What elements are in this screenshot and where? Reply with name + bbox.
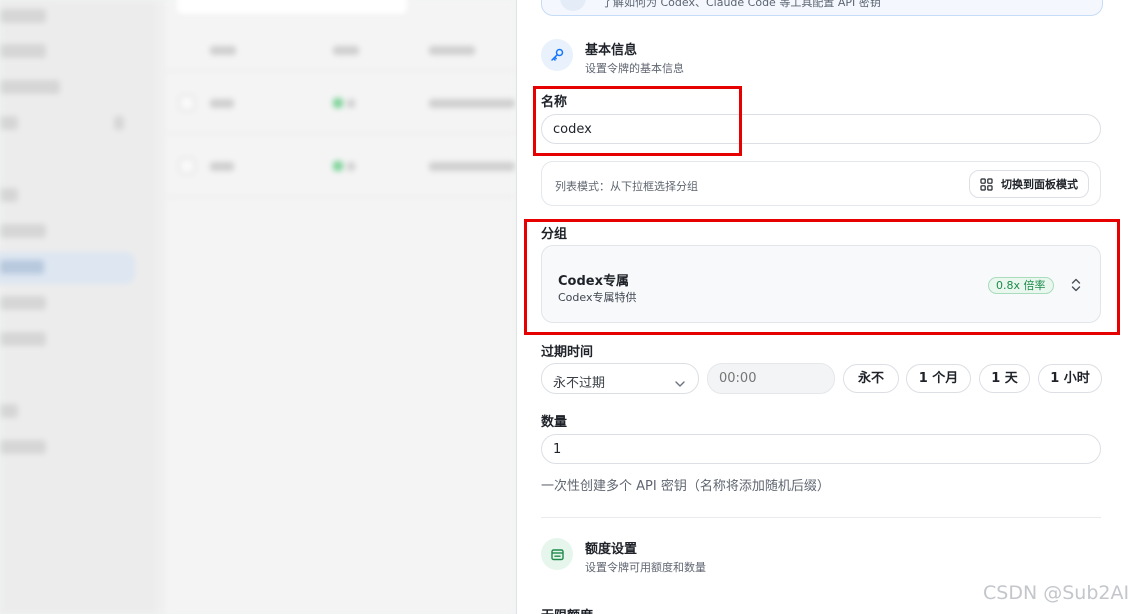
section-divider — [541, 517, 1101, 518]
quantity-label: 数量 — [541, 415, 568, 430]
quantity-help-text: 一次性创建多个 API 密钥（名称将添加随机后缀） — [541, 479, 830, 494]
background-app-blurred — [0, 0, 516, 614]
basic-info-header: 基本信息 设置令牌的基本信息 — [541, 39, 1101, 79]
basic-info-title: 基本信息 — [585, 43, 638, 58]
group-selected-name: Codex专属 — [558, 274, 629, 289]
expiry-select-value: 永不过期 — [553, 376, 606, 391]
create-token-drawer: 了解如何为 Codex、Claude Code 等工具配置 API 密钥 基本信… — [516, 0, 1138, 614]
expiry-1-hour-button[interactable]: 1 小时 — [1038, 364, 1102, 393]
unlimited-quota-label: 无限额度 — [541, 605, 593, 614]
quota-settings-subtitle: 设置令牌可用额度和数量 — [585, 561, 706, 574]
chevron-updown-icon — [1069, 276, 1083, 294]
wallet-icon — [541, 538, 573, 570]
info-banner-text: 了解如何为 Codex、Claude Code 等工具配置 API 密钥 — [602, 0, 881, 9]
name-label: 名称 — [541, 95, 568, 110]
background-main — [165, 0, 516, 614]
basic-info-subtitle: 设置令牌的基本信息 — [585, 62, 684, 75]
group-selected-desc: Codex专属特供 — [558, 291, 637, 304]
quota-settings-title: 额度设置 — [585, 542, 638, 557]
name-input[interactable] — [541, 114, 1101, 144]
background-sidebar — [0, 0, 155, 614]
group-mode-bar: 列表模式：从下拉框选择分组 切换到面板模式 — [541, 161, 1101, 206]
expiry-select[interactable]: 永不过期 — [541, 363, 699, 394]
group-select[interactable]: Codex专属 Codex专属特供 0.8x 倍率 — [541, 245, 1101, 323]
grid-icon — [980, 177, 993, 191]
switch-to-panel-mode-button[interactable]: 切换到面板模式 — [969, 170, 1089, 198]
rate-badge: 0.8x 倍率 — [988, 277, 1054, 294]
info-icon — [560, 0, 586, 11]
expiry-label: 过期时间 — [541, 345, 594, 360]
group-label: 分组 — [541, 227, 568, 242]
expiry-1-month-button[interactable]: 1 个月 — [906, 364, 971, 393]
group-mode-text: 列表模式：从下拉框选择分组 — [555, 180, 698, 193]
key-icon — [541, 39, 573, 71]
expiry-never-button[interactable]: 永不 — [843, 364, 899, 393]
switch-mode-label: 切换到面板模式 — [1001, 178, 1078, 191]
quantity-input[interactable] — [541, 434, 1101, 464]
expiry-1-day-button[interactable]: 1 天 — [979, 364, 1030, 393]
quota-settings-header: 额度设置 设置令牌可用额度和数量 — [541, 538, 1101, 578]
chevron-down-icon — [674, 374, 686, 387]
expiry-time-input[interactable] — [707, 363, 835, 394]
watermark: CSDN @Sub2AI — [983, 582, 1130, 604]
info-banner[interactable]: 了解如何为 Codex、Claude Code 等工具配置 API 密钥 — [541, 0, 1103, 16]
